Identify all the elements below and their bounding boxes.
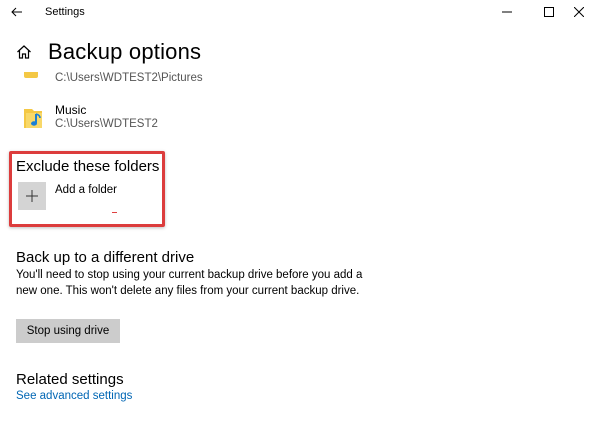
close-button[interactable] [558,0,600,24]
folder-path-pictures: C:\Users\WDTEST2\Pictures [55,72,203,84]
home-icon[interactable] [16,44,32,60]
app-title: Settings [45,6,85,18]
page-title: Backup options [48,39,202,64]
drive-description: You'll need to stop using your current b… [16,269,363,297]
related-settings-title: Related settings [16,371,124,388]
minimize-button[interactable] [486,0,528,24]
folder-name-music: Music [55,103,87,117]
plus-icon [26,190,38,202]
folder-icon [24,72,38,78]
back-button[interactable] [6,2,28,22]
close-icon [574,7,584,17]
cursor-mark [112,212,117,213]
music-folder-icon [24,109,42,128]
add-folder-button[interactable] [18,182,46,210]
maximize-icon [544,7,554,17]
advanced-settings-link[interactable]: See advanced settings [16,390,132,402]
minimize-icon [502,11,512,13]
exclude-section-title: Exclude these folders [16,158,160,175]
stop-using-drive-button[interactable]: Stop using drive [16,319,120,343]
arrow-left-icon [11,7,22,17]
drive-section-title: Back up to a different drive [16,249,195,266]
add-folder-label[interactable]: Add a folder [55,184,117,196]
folder-path-music: C:\Users\WDTEST2 [55,118,158,130]
